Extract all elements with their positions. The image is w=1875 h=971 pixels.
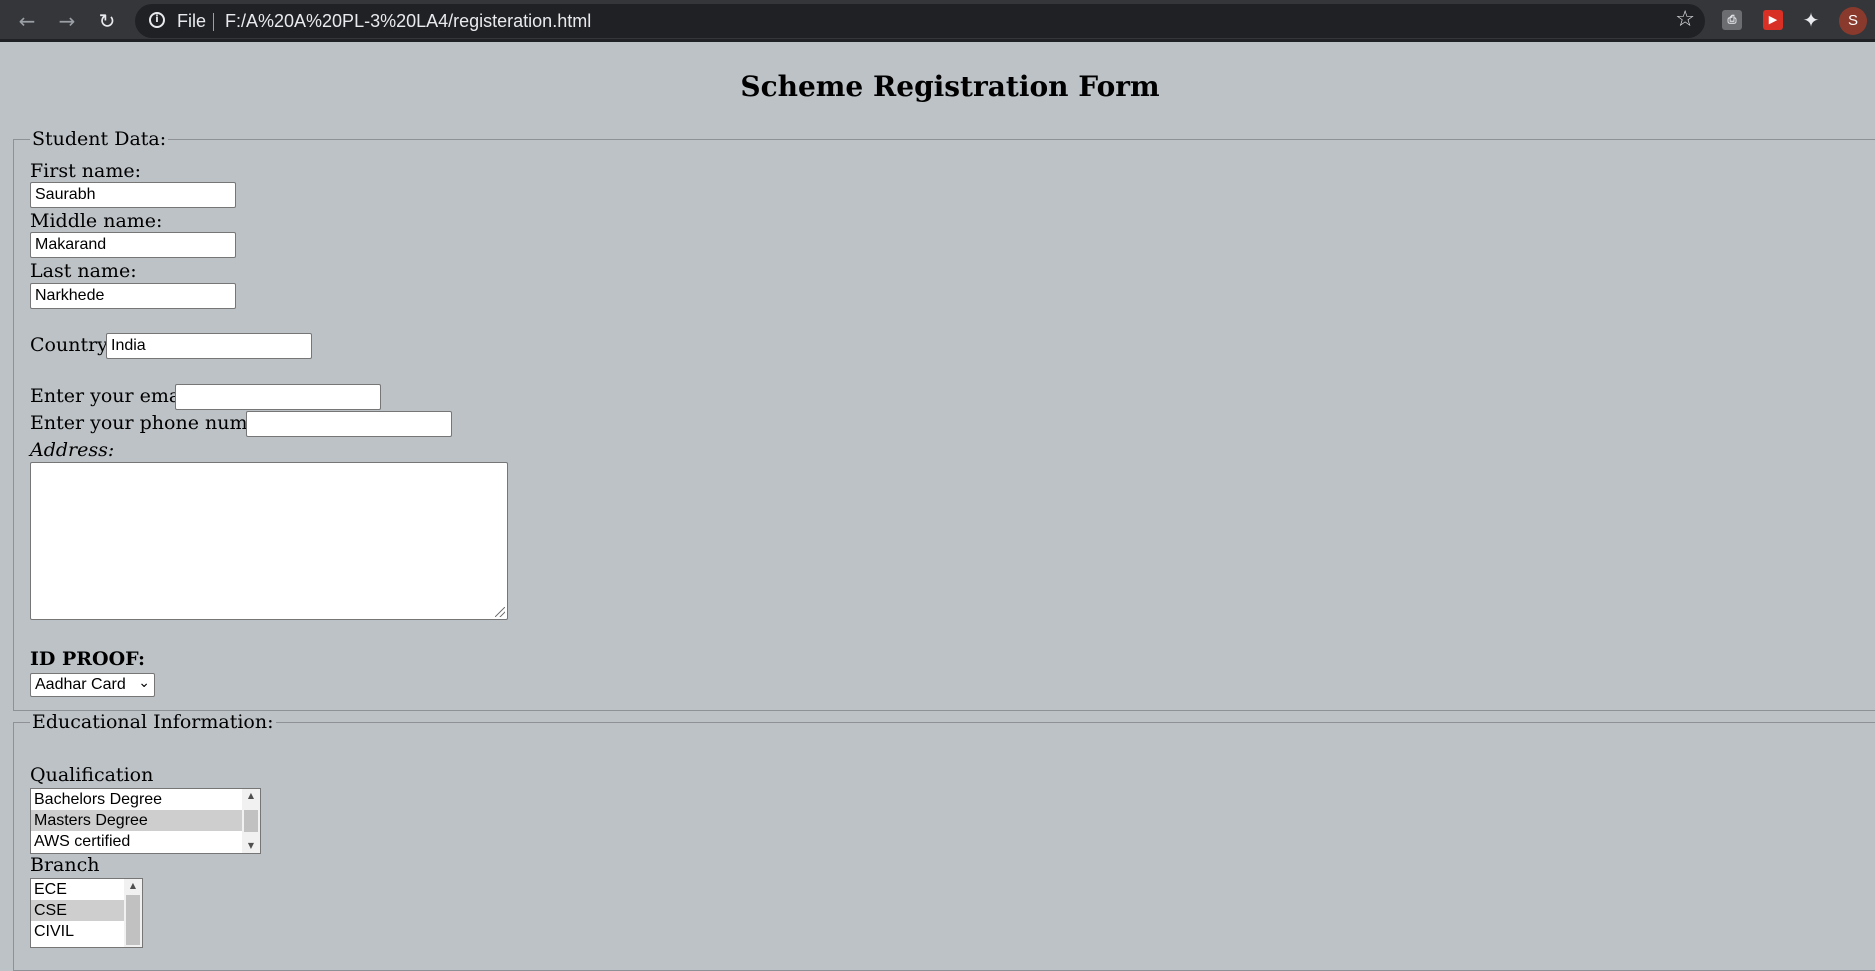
middle-name-field[interactable]: Makarand xyxy=(30,232,236,258)
id-proof-selected-value: Aadhar Card xyxy=(35,676,126,693)
list-item[interactable]: Masters Degree xyxy=(31,810,260,831)
list-item[interactable]: Bachelors Degree xyxy=(31,789,260,810)
address-bar[interactable]: i File F:/A%20A%20PL-3%20LA4/registerati… xyxy=(135,4,1705,38)
scroll-down-icon[interactable]: ▼ xyxy=(242,839,260,853)
branch-listbox[interactable]: ECE CSE CIVIL ▲ xyxy=(30,878,143,948)
email-field[interactable] xyxy=(175,384,381,410)
back-icon[interactable]: ← xyxy=(12,6,42,36)
scroll-up-icon[interactable]: ▲ xyxy=(242,789,260,803)
scrollbar-thumb[interactable] xyxy=(126,895,140,945)
phone-field[interactable] xyxy=(246,411,452,437)
reload-icon[interactable]: ↻ xyxy=(92,6,122,36)
id-proof-select[interactable]: Aadhar Card ⌄ xyxy=(30,673,155,697)
last-name-label: Last name: xyxy=(30,260,137,282)
educational-information-fieldset: Educational Information: xyxy=(13,711,1875,971)
red-extension-icon[interactable]: ▶ xyxy=(1763,10,1783,30)
address-textarea[interactable] xyxy=(30,462,508,620)
page-title: Scheme Registration Form xyxy=(740,70,1160,103)
qualification-listbox[interactable]: Bachelors Degree Masters Degree AWS cert… xyxy=(30,788,261,854)
url-separator xyxy=(213,13,214,31)
qualification-scrollbar[interactable]: ▲ ▼ xyxy=(242,789,260,853)
branch-label: Branch xyxy=(30,854,100,876)
browser-toolbar: ← → ↻ i File F:/A%20A%20PL-3%20LA4/regis… xyxy=(0,0,1875,42)
country-label: Country: xyxy=(30,334,115,356)
list-item[interactable]: AWS certified xyxy=(31,831,260,852)
branch-scrollbar[interactable]: ▲ xyxy=(124,879,142,947)
extensions-puzzle-icon[interactable]: ✦ xyxy=(1801,10,1821,30)
country-field[interactable]: India xyxy=(106,333,312,359)
forward-icon[interactable]: → xyxy=(52,6,82,36)
last-name-field[interactable]: Narkhede xyxy=(30,283,236,309)
id-proof-label: ID PROOF: xyxy=(30,648,145,670)
scrollbar-thumb[interactable] xyxy=(244,810,258,832)
chevron-down-icon: ⌄ xyxy=(138,675,150,691)
url-text[interactable]: F:/A%20A%20PL-3%20LA4/registeration.html xyxy=(225,11,591,32)
middle-name-label: Middle name: xyxy=(30,210,163,232)
pdf-extension-icon[interactable]: ⎙ xyxy=(1722,10,1742,30)
info-icon[interactable]: i xyxy=(149,12,165,28)
qualification-label: Qualification xyxy=(30,764,154,786)
first-name-label: First name: xyxy=(30,160,141,182)
educational-information-legend: Educational Information: xyxy=(32,711,274,733)
email-label: Enter your email: xyxy=(30,385,199,407)
first-name-field[interactable]: Saurabh xyxy=(30,182,236,208)
bookmark-star-icon[interactable]: ☆ xyxy=(1675,7,1695,32)
student-data-legend: Student Data: xyxy=(32,128,167,150)
url-scheme-label: File xyxy=(177,11,207,31)
resize-grip-icon[interactable] xyxy=(495,607,505,617)
profile-avatar[interactable]: S xyxy=(1839,7,1867,35)
address-label: Address: xyxy=(30,439,115,461)
scroll-up-icon[interactable]: ▲ xyxy=(124,879,142,893)
